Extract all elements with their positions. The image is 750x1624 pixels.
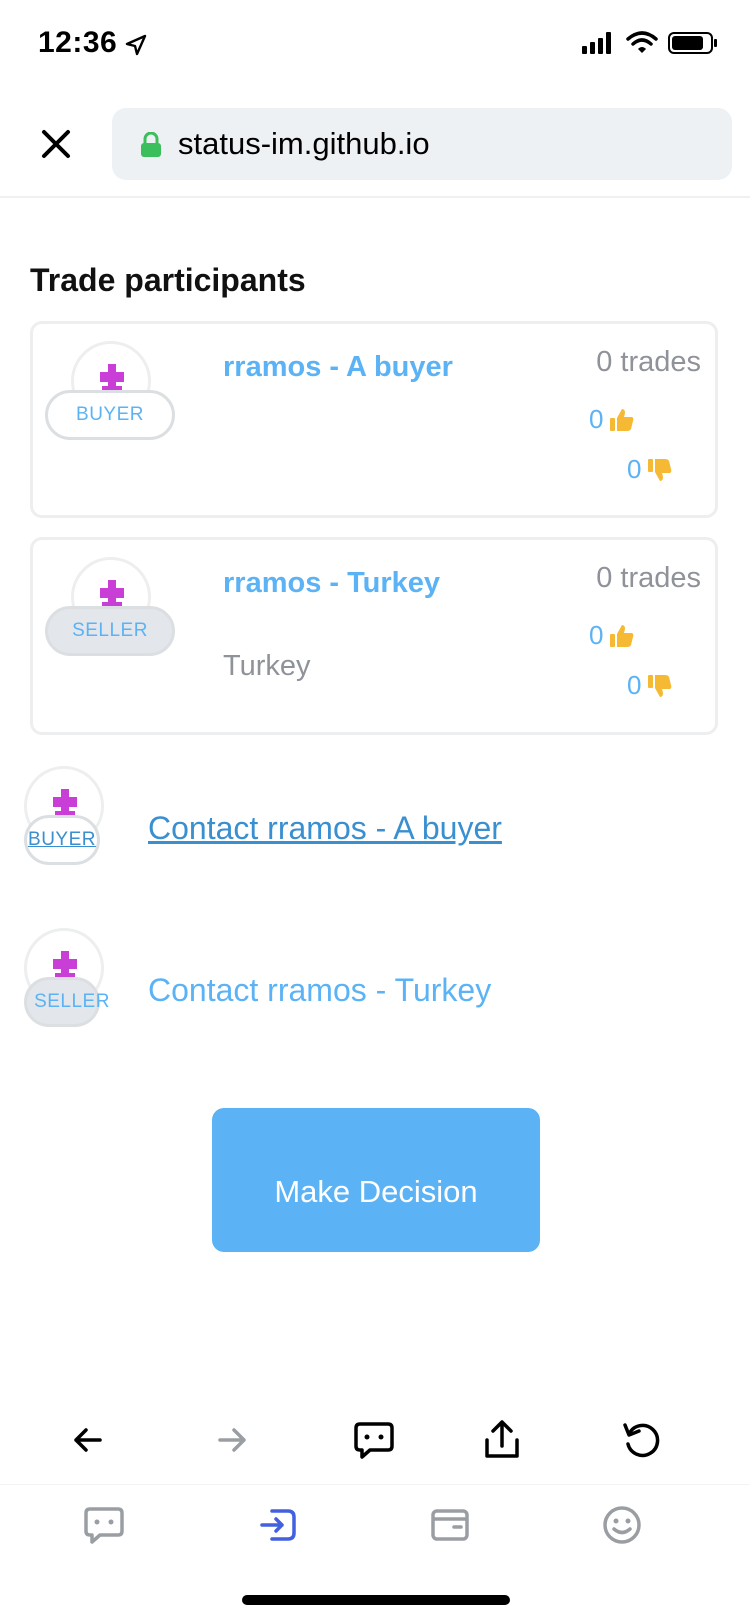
participant-name[interactable]: rramos - A buyer bbox=[223, 346, 453, 389]
close-icon[interactable] bbox=[36, 124, 76, 164]
role-badge: BUYER bbox=[45, 390, 175, 440]
status-indicators bbox=[582, 31, 718, 55]
tab-browser-icon[interactable] bbox=[256, 1503, 300, 1547]
wifi-icon bbox=[626, 31, 658, 53]
role-badge: BUYER bbox=[24, 815, 100, 865]
tab-wallet-icon[interactable] bbox=[428, 1503, 472, 1547]
url-field[interactable]: status-im.github.io bbox=[112, 108, 732, 180]
location-arrow-icon bbox=[125, 34, 147, 56]
status-bar: 12:36 bbox=[0, 0, 750, 95]
chat-icon[interactable] bbox=[352, 1418, 396, 1462]
make-decision-button[interactable]: Make Decision bbox=[212, 1108, 540, 1252]
share-icon[interactable] bbox=[480, 1418, 524, 1462]
thumbs-up-icon bbox=[610, 408, 634, 431]
role-badge: SELLER bbox=[45, 606, 175, 656]
forward-arrow-icon[interactable] bbox=[210, 1418, 254, 1462]
upvotes: 0 bbox=[589, 620, 635, 651]
downvotes: 0 bbox=[627, 454, 673, 485]
url-text: status-im.github.io bbox=[178, 126, 430, 161]
browser-toolbar bbox=[0, 1400, 750, 1490]
cellular-signal-icon bbox=[582, 32, 611, 54]
contact-row-buyer: BUYER Contact rramos - A buyer bbox=[0, 766, 750, 876]
home-indicator[interactable] bbox=[242, 1595, 510, 1605]
refresh-icon[interactable] bbox=[620, 1418, 664, 1462]
browser-url-bar: status-im.github.io bbox=[0, 100, 750, 198]
trades-count: 0 trades bbox=[596, 346, 701, 378]
section-title: Trade participants bbox=[30, 262, 306, 298]
participant-card-seller: SELLER rramos - Turkey Turkey 0 trades 0… bbox=[30, 537, 718, 735]
lock-icon bbox=[141, 132, 161, 157]
contact-seller-link[interactable]: Contact rramos - Turkey bbox=[148, 972, 491, 1009]
upvotes: 0 bbox=[589, 404, 635, 435]
back-arrow-icon[interactable] bbox=[66, 1418, 110, 1462]
downvote-count: 0 bbox=[627, 454, 642, 484]
role-badge: SELLER bbox=[24, 977, 109, 1027]
downvote-count: 0 bbox=[627, 670, 642, 700]
battery-icon bbox=[668, 32, 717, 54]
participant-name[interactable]: rramos - Turkey bbox=[223, 562, 453, 605]
downvotes: 0 bbox=[627, 670, 673, 701]
trades-count: 0 trades bbox=[596, 562, 701, 594]
upvote-count: 0 bbox=[589, 620, 604, 650]
thumbs-down-icon bbox=[648, 674, 672, 697]
upvote-count: 0 bbox=[589, 404, 604, 434]
participant-location: Turkey bbox=[223, 650, 311, 682]
thumbs-up-icon bbox=[610, 624, 634, 647]
tab-chats-icon[interactable] bbox=[82, 1503, 126, 1547]
tab-profile-icon[interactable] bbox=[600, 1503, 644, 1547]
contact-buyer-link[interactable]: Contact rramos - A buyer bbox=[148, 810, 502, 847]
contact-row-seller: SELLER Contact rramos - Turkey bbox=[0, 928, 750, 1038]
thumbs-down-icon bbox=[648, 458, 672, 481]
status-time: 12:36 bbox=[38, 26, 118, 59]
participant-card-buyer: BUYER rramos - A buyer 0 trades 0 0 bbox=[30, 321, 718, 518]
